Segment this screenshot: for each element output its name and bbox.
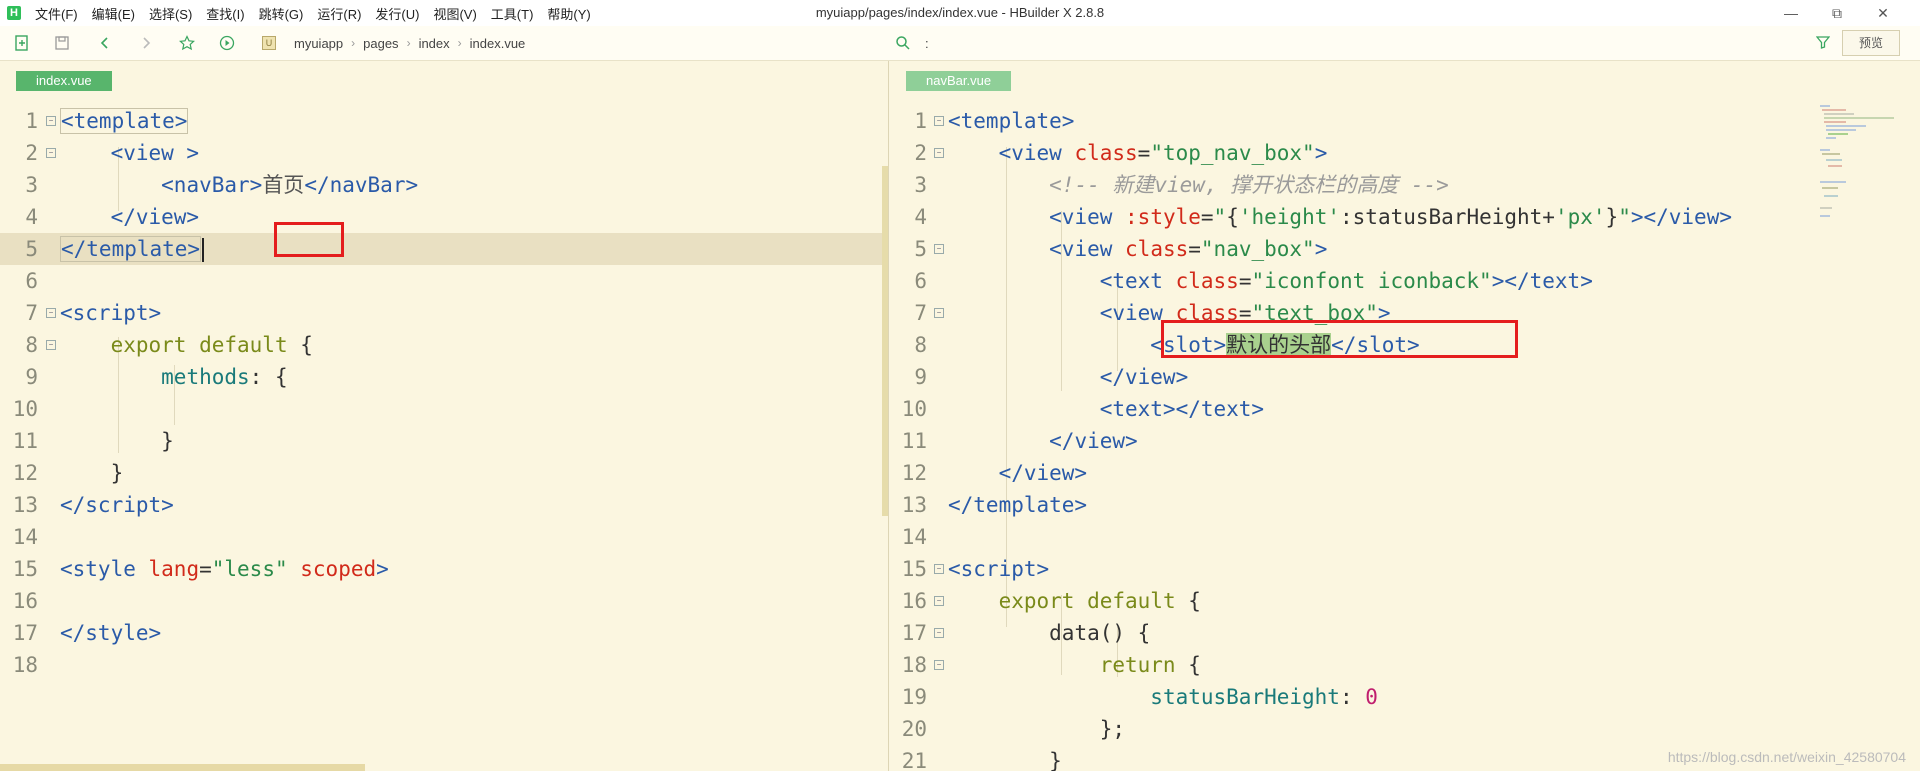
right-editor-pane: navBar.vue 1− <template> 2− <view class=… — [889, 61, 1920, 771]
breadcrumb-pages[interactable]: pages — [363, 36, 398, 51]
menu-edit[interactable]: 编辑(E) — [92, 4, 135, 23]
menu-file[interactable]: 文件(F) — [35, 4, 78, 23]
code-line: 2− <view > — [25, 141, 200, 165]
text-cursor — [202, 238, 205, 262]
code-line: 18 — [12, 653, 38, 677]
tab-navbar-vue[interactable]: navBar.vue — [906, 71, 1012, 91]
new-file-icon[interactable] — [13, 34, 31, 52]
code-line: 19 statusBarHeight: 0 — [901, 685, 1378, 709]
maximize-button[interactable]: ⧉ — [1814, 5, 1860, 22]
code-line: 17− data() { — [901, 621, 1151, 645]
breadcrumb-project[interactable]: myuiapp — [294, 36, 343, 51]
code-line: 3 <!-- 新建view, 撑开状态栏的高度 --> — [914, 173, 1449, 197]
chevron-right-icon: › — [406, 36, 411, 50]
run-icon[interactable] — [218, 34, 236, 52]
annotation-highlight-box — [274, 222, 344, 257]
search-input[interactable]: : — [925, 36, 929, 51]
code-line: 20 }; — [901, 717, 1126, 741]
code-line: 9 methods: { — [25, 365, 288, 389]
save-icon[interactable] — [53, 34, 71, 52]
menu-view[interactable]: 视图(V) — [433, 4, 476, 23]
menu-select[interactable]: 选择(S) — [149, 4, 192, 23]
code-line: 10 — [12, 397, 38, 421]
watermark: https://blog.csdn.net/weixin_42580704 — [1667, 749, 1906, 765]
code-line: 11 </view> — [901, 429, 1138, 453]
search-bar[interactable]: : — [895, 34, 929, 52]
code-line: 4 </view> — [25, 205, 200, 229]
back-icon[interactable] — [96, 34, 114, 52]
code-line: 9 </view> — [914, 365, 1189, 389]
left-editor-pane: index.vue 1− <template> 2− <view > 3 <na… — [0, 61, 888, 771]
current-code-line: 5 </template> — [0, 233, 888, 265]
close-button[interactable]: ✕ — [1860, 5, 1906, 22]
breadcrumb-index[interactable]: index — [419, 36, 450, 51]
project-badge-icon: U — [262, 36, 276, 50]
nav-title-text: 首页 — [262, 173, 305, 197]
breadcrumb: U myuiapp › pages › index › index.vue — [262, 34, 533, 52]
code-line: 6 — [25, 269, 38, 293]
code-line: 11 } — [12, 429, 174, 453]
code-line: 15 <style lang="less" scoped> — [12, 557, 389, 581]
code-line: 17 </style> — [12, 621, 162, 645]
menu-run[interactable]: 运行(R) — [317, 4, 361, 23]
code-line: 6 <text class="iconfont iconback"></text… — [914, 269, 1593, 293]
menu-help[interactable]: 帮助(Y) — [547, 4, 590, 23]
code-line: 7− <script> — [25, 301, 162, 325]
menu-publish[interactable]: 发行(U) — [375, 4, 419, 23]
code-line: 5− <view class="nav_box"> — [914, 237, 1328, 261]
code-line: 1− <template> — [25, 108, 189, 134]
code-line: 16 — [12, 589, 38, 613]
breadcrumb-file[interactable]: index.vue — [470, 36, 526, 51]
code-line: 8− export default { — [25, 333, 313, 357]
code-line: 12 } — [12, 461, 124, 485]
code-line: 14 — [12, 525, 38, 549]
horizontal-scrollbar[interactable] — [0, 764, 365, 771]
code-line: 13 </template> — [901, 493, 1088, 517]
minimize-button[interactable]: — — [1768, 5, 1814, 21]
window-controls: — ⧉ ✕ — [1768, 0, 1906, 26]
code-line: 16− export default { — [901, 589, 1201, 613]
menu-goto[interactable]: 跳转(G) — [259, 4, 304, 23]
chevron-right-icon: › — [351, 36, 356, 50]
code-line: 14 — [901, 525, 927, 549]
code-line: 3 <navBar>首页</navBar> — [25, 173, 419, 197]
menu-bar: 文件(F) 编辑(E) 选择(S) 查找(I) 跳转(G) 运行(R) 发行(U… — [35, 4, 605, 23]
code-line: 4 <view :style="{'height':statusBarHeigh… — [914, 205, 1732, 229]
code-line: 13 </script> — [12, 493, 174, 517]
search-icon — [896, 36, 910, 50]
code-line: 18− return { — [901, 653, 1201, 677]
code-line: 12 </view> — [901, 461, 1088, 485]
code-line: 10 <text></text> — [901, 397, 1265, 421]
filter-icon[interactable] — [1816, 35, 1830, 49]
menu-tools[interactable]: 工具(T) — [491, 4, 534, 23]
toolbar: U myuiapp › pages › index › index.vue : … — [0, 26, 1920, 61]
code-line: 15− <script> — [901, 557, 1050, 581]
preview-button[interactable]: 预览 — [1842, 30, 1900, 56]
code-line: 1− <template> — [914, 109, 1075, 133]
menu-find[interactable]: 查找(I) — [206, 4, 244, 23]
star-icon[interactable] — [178, 34, 196, 52]
annotation-highlight-box — [1161, 320, 1518, 358]
tab-index-vue[interactable]: index.vue — [16, 71, 112, 91]
code-line: 2− <view class="top_nav_box"> — [914, 141, 1328, 165]
title-bar: H 文件(F) 编辑(E) 选择(S) 查找(I) 跳转(G) 运行(R) 发行… — [0, 0, 1920, 26]
forward-icon[interactable] — [137, 34, 155, 52]
chevron-right-icon: › — [457, 36, 462, 50]
hbuilder-logo-icon: H — [7, 6, 21, 20]
